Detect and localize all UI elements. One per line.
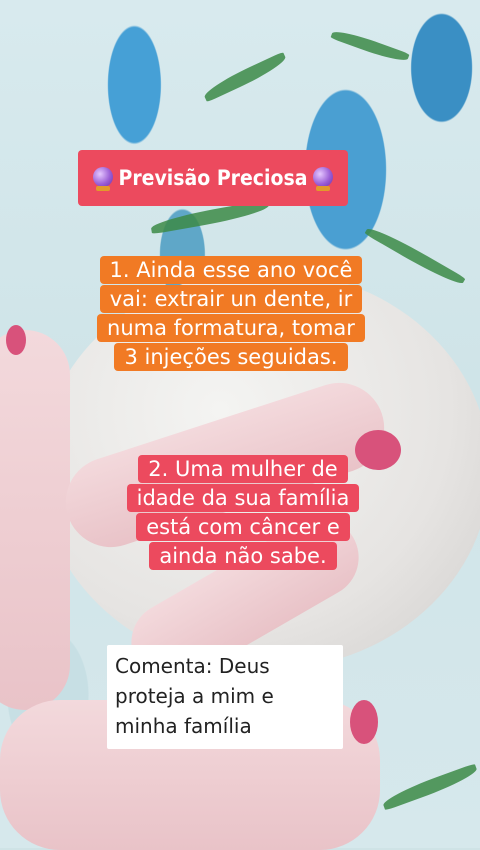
title-text: Previsão Preciosa — [118, 166, 308, 190]
fingernail — [350, 700, 378, 744]
title-banner: Previsão Preciosa — [78, 150, 348, 206]
prediction-2-text: 2. Uma mulher de idade da sua família es… — [126, 455, 360, 570]
fingernail — [6, 325, 26, 355]
finger — [0, 330, 70, 710]
prediction-1-text: 1. Ainda esse ano você vai: extrair un d… — [97, 256, 365, 371]
comment-box: Comenta: Deus proteja a mim e minha famí… — [107, 645, 343, 749]
prediction-1: 1. Ainda esse ano você vai: extrair un d… — [95, 256, 367, 372]
crystal-ball-icon — [313, 167, 334, 191]
comment-text: Comenta: Deus proteja a mim e minha famí… — [115, 654, 274, 738]
prediction-2: 2. Uma mulher de idade da sua família es… — [112, 455, 374, 571]
crystal-ball-icon — [92, 167, 113, 191]
